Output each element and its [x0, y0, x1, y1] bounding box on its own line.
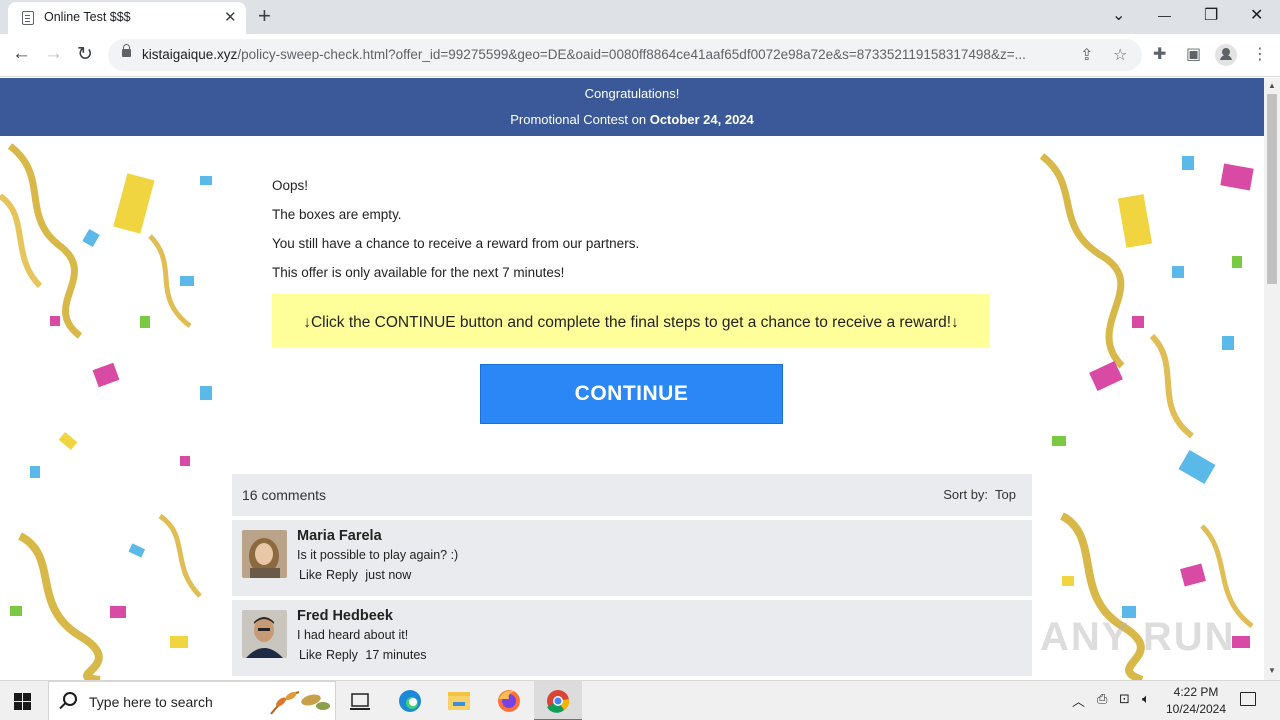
commenter-avatar	[242, 530, 287, 578]
browser-tab[interactable]: Online Test $$$ ✕	[8, 2, 246, 34]
notifications-icon[interactable]	[1240, 692, 1256, 706]
bookmark-star-icon[interactable]: ☆	[1113, 45, 1127, 65]
message-oops: Oops!	[272, 178, 309, 193]
confetti-left	[0, 136, 232, 680]
windows-taskbar: Type here to search ︿ ⎙ ⊡ 🔈︎ 4:22 PM 10/…	[0, 680, 1280, 720]
like-link[interactable]: Like	[299, 568, 322, 582]
share-icon[interactable]: ⇪	[1080, 45, 1093, 65]
reload-icon[interactable]: ↻	[77, 43, 93, 66]
tray-overflow-icon[interactable]: ︿	[1072, 691, 1085, 710]
back-icon[interactable]: ←	[12, 43, 31, 65]
banner-subtitle: Promotional Contest on October 24, 2024	[0, 112, 1264, 127]
banner-subtitle-prefix: Promotional Contest on	[510, 112, 650, 127]
url-domain: kistaigaique.xyz	[142, 47, 238, 62]
confetti-right	[1032, 136, 1264, 680]
commenter-name[interactable]: Fred Hedbeek	[297, 608, 393, 624]
clock-time: 4:22 PM	[1173, 685, 1219, 699]
windows-start-icon[interactable]	[14, 693, 31, 710]
firefox-icon[interactable]	[485, 681, 533, 720]
page-viewport: Congratulations! Promotional Contest on …	[0, 78, 1264, 680]
banner-title: Congratulations!	[584, 86, 680, 101]
profile-icon[interactable]	[1215, 44, 1237, 66]
comment-actions: Like Reply just now	[299, 568, 415, 582]
search-icon	[63, 692, 77, 706]
url-text[interactable]: kistaigaique.xyz/policy-sweep-check.html…	[142, 47, 1066, 62]
commenter-photo	[242, 530, 287, 578]
new-tab-button[interactable]: +	[258, 3, 271, 29]
device-icon[interactable]: ⎙	[1097, 691, 1107, 707]
comments-header: 16 comments Sort by: Top	[232, 474, 1032, 516]
restore-button[interactable]: ❐	[1204, 5, 1218, 25]
url-path: /policy-sweep-check.html?offer_id=992755…	[237, 47, 1026, 62]
menu-icon[interactable]: ⋮	[1252, 44, 1268, 64]
commenter-photo	[242, 610, 287, 658]
taskbar-search-box[interactable]: Type here to search	[48, 681, 336, 720]
taskbar-search-placeholder: Type here to search	[89, 694, 213, 710]
address-bar[interactable]: kistaigaique.xyz/policy-sweep-check.html…	[108, 39, 1142, 71]
main-content: Oops! The boxes are empty. You still hav…	[232, 136, 1032, 680]
task-view-icon[interactable]	[336, 681, 384, 720]
clock-date: 10/24/2024	[1165, 702, 1227, 716]
tab-close-icon[interactable]: ✕	[224, 8, 237, 26]
comments-count: 16 comments	[242, 487, 327, 503]
instruction-notice: ↓Click the CONTINUE button and complete …	[272, 294, 990, 348]
browser-toolbar: ← → ↻ kistaigaique.xyz/policy-sweep-chec…	[0, 34, 1280, 77]
scrollbar-thumb[interactable]	[1267, 94, 1277, 284]
scroll-down-arrow-icon[interactable]: ▼	[1268, 666, 1276, 675]
extensions-icon[interactable]: ✚	[1153, 44, 1166, 64]
confetti-left-graphic	[0, 143, 212, 680]
like-link[interactable]: Like	[299, 648, 322, 662]
minimize-button[interactable]: —	[1158, 8, 1171, 23]
comment-text: I had heard about it!	[297, 628, 409, 642]
sort-control[interactable]: Sort by: Top	[943, 487, 1016, 502]
page-favicon-icon	[22, 11, 34, 25]
tab-search-icon[interactable]: ⌄	[1112, 5, 1125, 25]
lock-icon[interactable]	[122, 44, 131, 57]
message-time-limit: This offer is only available for the nex…	[272, 265, 565, 280]
volume-icon[interactable]: 🔈︎	[1142, 691, 1150, 707]
message-reward-chance: You still have a chance to receive a rew…	[272, 236, 640, 251]
taskbar-clock[interactable]: 4:22 PM 10/24/2024	[1160, 684, 1232, 718]
tab-strip: Online Test $$$ ✕ + ⌄ — ❐ ✕	[0, 0, 1280, 34]
network-icon[interactable]: ⊡	[1119, 691, 1130, 707]
confetti-right-graphic	[1039, 153, 1254, 680]
edge-icon[interactable]	[386, 681, 434, 720]
page-scrollbar[interactable]: ▲ ▼	[1264, 78, 1280, 680]
comment-actions: Like Reply 17 minutes	[299, 648, 431, 662]
chrome-icon[interactable]	[534, 681, 582, 720]
window-close-button[interactable]: ✕	[1250, 5, 1263, 25]
reply-link[interactable]: Reply	[326, 568, 358, 582]
comment-time: just now	[365, 568, 412, 582]
commenter-name[interactable]: Maria Farela	[297, 528, 382, 544]
banner-date: October 24, 2024	[649, 112, 754, 127]
congrats-banner: Congratulations! Promotional Contest on …	[0, 78, 1264, 136]
autumn-leaves-icon	[270, 691, 330, 715]
comment-item: Fred Hedbeek I had heard about it! Like R…	[232, 600, 1032, 676]
sort-value[interactable]: Top	[995, 487, 1016, 502]
comment-text: Is it possible to play again? :)	[297, 548, 459, 562]
scroll-up-arrow-icon[interactable]: ▲	[1268, 81, 1276, 90]
sort-label: Sort by:	[943, 487, 989, 502]
file-explorer-icon[interactable]	[435, 681, 483, 720]
commenter-avatar	[242, 610, 287, 658]
continue-button[interactable]: CONTINUE	[480, 364, 783, 424]
reply-link[interactable]: Reply	[326, 648, 358, 662]
side-panel-icon[interactable]: ▣	[1186, 44, 1201, 64]
anyrun-watermark: ANY RUN	[1040, 615, 1236, 659]
comment-time: 17 minutes	[365, 648, 427, 662]
message-boxes-empty: The boxes are empty.	[272, 207, 402, 222]
forward-icon[interactable]: →	[44, 43, 63, 65]
comment-item: Maria Farela Is it possible to play agai…	[232, 520, 1032, 596]
tab-title: Online Test $$$	[44, 10, 131, 24]
